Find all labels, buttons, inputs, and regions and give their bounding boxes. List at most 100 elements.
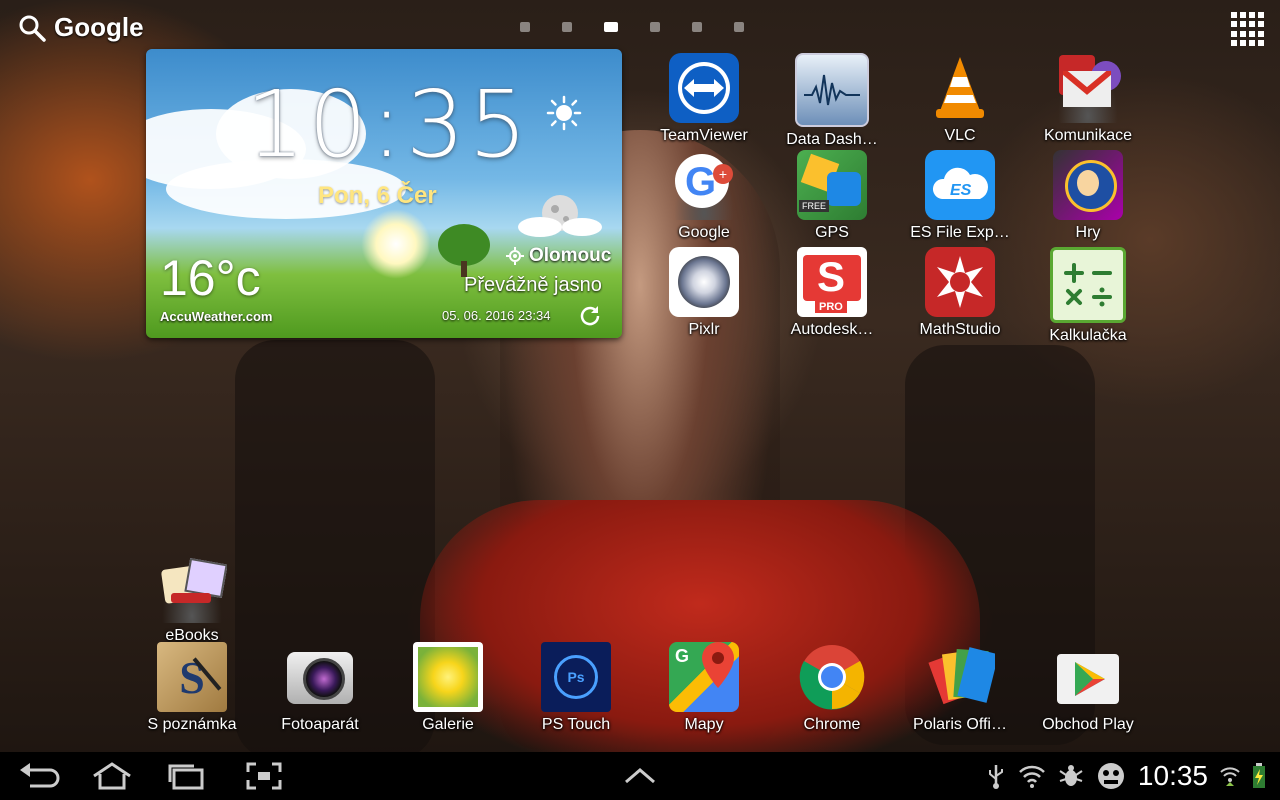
app-label: Autodesk… xyxy=(790,321,874,338)
app-data-dashboard[interactable]: Data Dash… xyxy=(772,53,892,149)
wifi-signal-icon xyxy=(1220,767,1240,786)
dock-ps-touch[interactable]: Ps PS Touch xyxy=(516,642,636,734)
app-es-file-explorer[interactable]: ES ES File Exp… xyxy=(900,150,1020,242)
gallery-icon xyxy=(413,642,483,712)
widget-location: Olomouc xyxy=(506,245,611,267)
widget-clock: 10:35 xyxy=(246,71,532,178)
folder-google-icon: G + xyxy=(669,150,739,220)
sunny-icon xyxy=(546,95,582,131)
chevron-up-icon[interactable] xyxy=(618,762,662,790)
app-label: Polaris Offi… xyxy=(913,716,1007,733)
widget-date: Pon, 6 Čer xyxy=(318,182,437,209)
monster-icon xyxy=(1097,763,1124,789)
es-file-explorer-icon: ES xyxy=(925,150,995,220)
refresh-icon[interactable] xyxy=(578,304,602,328)
moon-cloud-icon xyxy=(518,195,602,237)
app-label: Fotoaparát xyxy=(281,716,359,733)
app-label: S poznámka xyxy=(147,716,237,733)
widget-city: Olomouc xyxy=(529,245,612,266)
folder-komunikace[interactable]: Komunikace xyxy=(1028,53,1148,145)
app-pixlr[interactable]: Pixlr xyxy=(644,247,764,339)
app-label: Data Dash… xyxy=(786,131,878,148)
app-drawer-button[interactable] xyxy=(1231,12,1265,46)
dock-mapy[interactable]: G Mapy xyxy=(644,642,764,734)
app-label: Komunikace xyxy=(1043,127,1133,144)
app-label: Galerie xyxy=(422,716,474,733)
app-label: PS Touch xyxy=(541,716,611,733)
ps-touch-icon: Ps xyxy=(541,642,611,712)
app-label: Pixlr xyxy=(688,321,720,338)
screenshot-button[interactable] xyxy=(242,762,286,790)
google-search-bar[interactable]: Google xyxy=(18,12,144,43)
vlc-cone-icon xyxy=(925,53,995,123)
folder-ebooks[interactable]: eBooks xyxy=(132,553,252,645)
camera-icon xyxy=(285,642,355,712)
app-label: Kalkulačka xyxy=(1049,327,1127,344)
app-teamviewer[interactable]: TeamViewer xyxy=(644,53,764,145)
bug-icon xyxy=(1059,765,1083,786)
polaris-office-icon xyxy=(925,642,995,712)
page-dot-6[interactable] xyxy=(734,22,744,32)
app-label: GPS xyxy=(815,224,849,241)
folder-games-icon xyxy=(1053,150,1123,220)
app-label: Hry xyxy=(1075,224,1101,241)
google-label: Google xyxy=(54,12,144,42)
usb-icon xyxy=(988,765,1003,789)
page-dot-5[interactable] xyxy=(692,22,702,32)
back-button[interactable] xyxy=(16,762,60,790)
maps-icon: G xyxy=(669,642,739,712)
battery-icon xyxy=(1253,763,1265,788)
folder-gps-icon: FREE xyxy=(797,150,867,220)
widget-updated: 05. 06. 2016 23:34 xyxy=(442,308,551,323)
location-icon xyxy=(506,247,524,265)
app-kalkulacka[interactable]: Kalkulačka xyxy=(1028,247,1148,345)
app-label: Mapy xyxy=(684,716,724,733)
widget-condition: Převážně jasno xyxy=(464,274,602,296)
status-clock: 10:35 xyxy=(1137,760,1208,791)
recent-apps-button[interactable] xyxy=(164,762,208,790)
app-label: Chrome xyxy=(803,716,861,733)
page-dot-1[interactable] xyxy=(520,22,530,32)
weather-widget[interactable]: 10:35 Pon, 6 Čer 16°c Olomouc Převážně j… xyxy=(146,49,622,338)
page-dot-2[interactable] xyxy=(562,22,572,32)
page-dot-3[interactable] xyxy=(604,22,618,32)
dock-polaris-office[interactable]: Polaris Offi… xyxy=(900,642,1020,734)
chrome-icon xyxy=(797,642,867,712)
dock-play-store[interactable]: Obchod Play xyxy=(1028,642,1148,734)
folder-ebooks-icon xyxy=(157,553,227,623)
app-vlc[interactable]: VLC xyxy=(900,53,1020,145)
autodesk-sketchbook-icon: S PRO xyxy=(797,247,867,317)
svg-text:ES: ES xyxy=(950,182,972,199)
app-label: Google xyxy=(678,224,730,241)
app-label: MathStudio xyxy=(919,321,1001,338)
app-label: TeamViewer xyxy=(660,127,748,144)
search-icon xyxy=(19,15,46,42)
folder-gps[interactable]: FREE GPS xyxy=(772,150,892,242)
app-autodesk[interactable]: S PRO Autodesk… xyxy=(772,247,892,339)
dock-s-note[interactable]: S S poznámka xyxy=(132,642,252,734)
wifi-icon xyxy=(1019,765,1045,788)
sun-glow xyxy=(361,209,431,279)
folder-google[interactable]: G + Google xyxy=(644,150,764,242)
app-label: ES File Exp… xyxy=(910,224,1010,241)
status-area[interactable]: 10:35 xyxy=(986,760,1266,792)
s-note-icon: S xyxy=(157,642,227,712)
tree-shape xyxy=(438,224,490,266)
app-mathstudio[interactable]: MathStudio xyxy=(900,247,1020,339)
dock-chrome[interactable]: Chrome xyxy=(772,642,892,734)
widget-brand: AccuWeather.com xyxy=(160,309,273,324)
page-indicator xyxy=(520,22,744,32)
home-button[interactable] xyxy=(90,762,134,790)
folder-communication-icon xyxy=(1053,53,1123,123)
dock-galerie[interactable]: Galerie xyxy=(388,642,508,734)
play-store-icon xyxy=(1053,642,1123,712)
dock-fotoaparat[interactable]: Fotoaparát xyxy=(260,642,380,734)
folder-hry[interactable]: Hry xyxy=(1028,150,1148,242)
page-dot-4[interactable] xyxy=(650,22,660,32)
widget-temperature: 16°c xyxy=(160,250,261,306)
calculator-icon xyxy=(1050,247,1126,323)
data-dashboard-icon xyxy=(795,53,869,127)
system-bar: 10:35 xyxy=(0,752,1280,800)
app-label: VLC xyxy=(944,127,976,144)
app-label: Obchod Play xyxy=(1042,716,1134,733)
